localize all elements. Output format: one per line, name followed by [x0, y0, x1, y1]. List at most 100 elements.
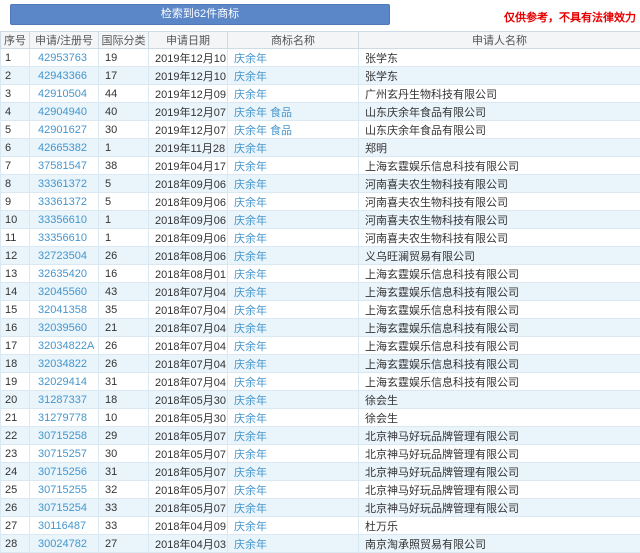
cell-reg-no: 32045560	[30, 283, 99, 301]
cell-date: 2018年05月07日	[149, 427, 228, 445]
tm-name-link[interactable]: 庆余年	[234, 359, 267, 371]
reg-no-link[interactable]: 42901627	[38, 124, 87, 136]
cell-applicant: 北京神马好玩品牌管理有限公司	[359, 427, 640, 445]
tm-name-link[interactable]: 庆余年	[234, 161, 267, 173]
cell-intl-class: 26	[99, 247, 149, 265]
reg-no-link[interactable]: 42904940	[38, 106, 87, 118]
cell-intl-class: 31	[99, 463, 149, 481]
cell-intl-class: 5	[99, 193, 149, 211]
cell-reg-no: 30715255	[30, 481, 99, 499]
tm-name-link[interactable]: 庆余年	[234, 269, 267, 281]
cell-tm-name: 庆余年 食品	[228, 103, 359, 121]
cell-tm-name: 庆余年	[228, 391, 359, 409]
reg-no-link[interactable]: 33356610	[38, 232, 87, 244]
tm-name-link[interactable]: 庆余年	[234, 251, 267, 263]
cell-seq: 3	[1, 85, 30, 103]
cell-seq: 19	[1, 373, 30, 391]
tm-name-link[interactable]: 庆余年	[234, 413, 267, 425]
cell-date: 2018年05月07日	[149, 445, 228, 463]
cell-date: 2018年07月04日	[149, 283, 228, 301]
reg-no-link[interactable]: 32034822A	[38, 340, 94, 352]
reg-no-link[interactable]: 30715254	[38, 502, 87, 514]
tm-name-link[interactable]: 庆余年	[234, 449, 267, 461]
tm-name-link[interactable]: 庆余年	[234, 287, 267, 299]
reg-no-link[interactable]: 32041358	[38, 304, 87, 316]
cell-reg-no: 42904940	[30, 103, 99, 121]
cell-applicant: 河南喜夫农生物科技有限公司	[359, 211, 640, 229]
reg-no-link[interactable]: 32635420	[38, 268, 87, 280]
tm-name-link[interactable]: 庆余年	[234, 431, 267, 443]
cell-reg-no: 31279778	[30, 409, 99, 427]
reg-no-link[interactable]: 42910504	[38, 88, 87, 100]
cell-intl-class: 17	[99, 67, 149, 85]
tm-name-link[interactable]: 庆余年	[234, 233, 267, 245]
tm-name-link[interactable]: 庆余年	[234, 467, 267, 479]
result-count-banner[interactable]: 检索到62件商标	[10, 4, 390, 25]
reg-no-link[interactable]: 30024782	[38, 538, 87, 550]
table-row: 4 42904940 40 2019年12月07日 庆余年 食品 山东庆余年食品…	[1, 103, 640, 121]
tm-name-link[interactable]: 庆余年	[234, 485, 267, 497]
tm-name-link[interactable]: 庆余年 食品	[234, 125, 292, 137]
reg-no-link[interactable]: 42953763	[38, 52, 87, 64]
cell-tm-name: 庆余年	[228, 337, 359, 355]
tm-name-link[interactable]: 庆余年	[234, 341, 267, 353]
cell-seq: 15	[1, 301, 30, 319]
reg-no-link[interactable]: 32039560	[38, 322, 87, 334]
reg-no-link[interactable]: 42943366	[38, 70, 87, 82]
tm-name-link[interactable]: 庆余年	[234, 53, 267, 65]
tm-name-link[interactable]: 庆余年	[234, 215, 267, 227]
reg-no-link[interactable]: 32723504	[38, 250, 87, 262]
reg-no-link[interactable]: 33361372	[38, 196, 87, 208]
cell-seq: 4	[1, 103, 30, 121]
reg-no-link[interactable]: 42665382	[38, 142, 87, 154]
tm-name-link[interactable]: 庆余年	[234, 71, 267, 83]
cell-applicant: 上海玄霆娱乐信息科技有限公司	[359, 355, 640, 373]
tm-name-link[interactable]: 庆余年	[234, 323, 267, 335]
cell-seq: 27	[1, 517, 30, 535]
cell-tm-name: 庆余年	[228, 139, 359, 157]
cell-applicant: 山东庆余年食品有限公司	[359, 121, 640, 139]
cell-applicant: 上海玄霆娱乐信息科技有限公司	[359, 283, 640, 301]
reg-no-link[interactable]: 30116487	[38, 520, 86, 532]
reg-no-link[interactable]: 31279778	[38, 412, 87, 424]
cell-intl-class: 30	[99, 121, 149, 139]
reg-no-link[interactable]: 30715257	[38, 448, 87, 460]
cell-intl-class: 32	[99, 481, 149, 499]
cell-seq: 1	[1, 49, 30, 67]
tm-name-link[interactable]: 庆余年	[234, 521, 267, 533]
reg-no-link[interactable]: 37581547	[38, 160, 87, 172]
reg-no-link[interactable]: 30715255	[38, 484, 87, 496]
col-header-tm-name: 商标名称	[228, 32, 359, 49]
cell-seq: 2	[1, 67, 30, 85]
tm-name-link[interactable]: 庆余年 食品	[234, 107, 292, 119]
cell-tm-name: 庆余年	[228, 283, 359, 301]
reg-no-link[interactable]: 33356610	[38, 214, 87, 226]
cell-date: 2018年07月04日	[149, 301, 228, 319]
tm-name-link[interactable]: 庆余年	[234, 539, 267, 551]
cell-date: 2019年12月09日	[149, 85, 228, 103]
cell-intl-class: 1	[99, 229, 149, 247]
reg-no-link[interactable]: 32029414	[38, 376, 87, 388]
cell-tm-name: 庆余年	[228, 193, 359, 211]
cell-seq: 5	[1, 121, 30, 139]
cell-tm-name: 庆余年	[228, 427, 359, 445]
reg-no-link[interactable]: 32045560	[38, 286, 87, 298]
tm-name-link[interactable]: 庆余年	[234, 395, 267, 407]
reg-no-link[interactable]: 31287337	[38, 394, 87, 406]
cell-applicant: 上海玄霆娱乐信息科技有限公司	[359, 265, 640, 283]
tm-name-link[interactable]: 庆余年	[234, 197, 267, 209]
tm-name-link[interactable]: 庆余年	[234, 377, 267, 389]
tm-name-link[interactable]: 庆余年	[234, 179, 267, 191]
tm-name-link[interactable]: 庆余年	[234, 89, 267, 101]
cell-tm-name: 庆余年	[228, 49, 359, 67]
tm-name-link[interactable]: 庆余年	[234, 503, 267, 515]
cell-tm-name: 庆余年	[228, 67, 359, 85]
reg-no-link[interactable]: 32034822	[38, 358, 87, 370]
cell-intl-class: 33	[99, 499, 149, 517]
tm-name-link[interactable]: 庆余年	[234, 143, 267, 155]
reg-no-link[interactable]: 30715256	[38, 466, 87, 478]
tm-name-link[interactable]: 庆余年	[234, 305, 267, 317]
table-row: 22 30715258 29 2018年05月07日 庆余年 北京神马好玩品牌管…	[1, 427, 640, 445]
reg-no-link[interactable]: 33361372	[38, 178, 87, 190]
reg-no-link[interactable]: 30715258	[38, 430, 87, 442]
